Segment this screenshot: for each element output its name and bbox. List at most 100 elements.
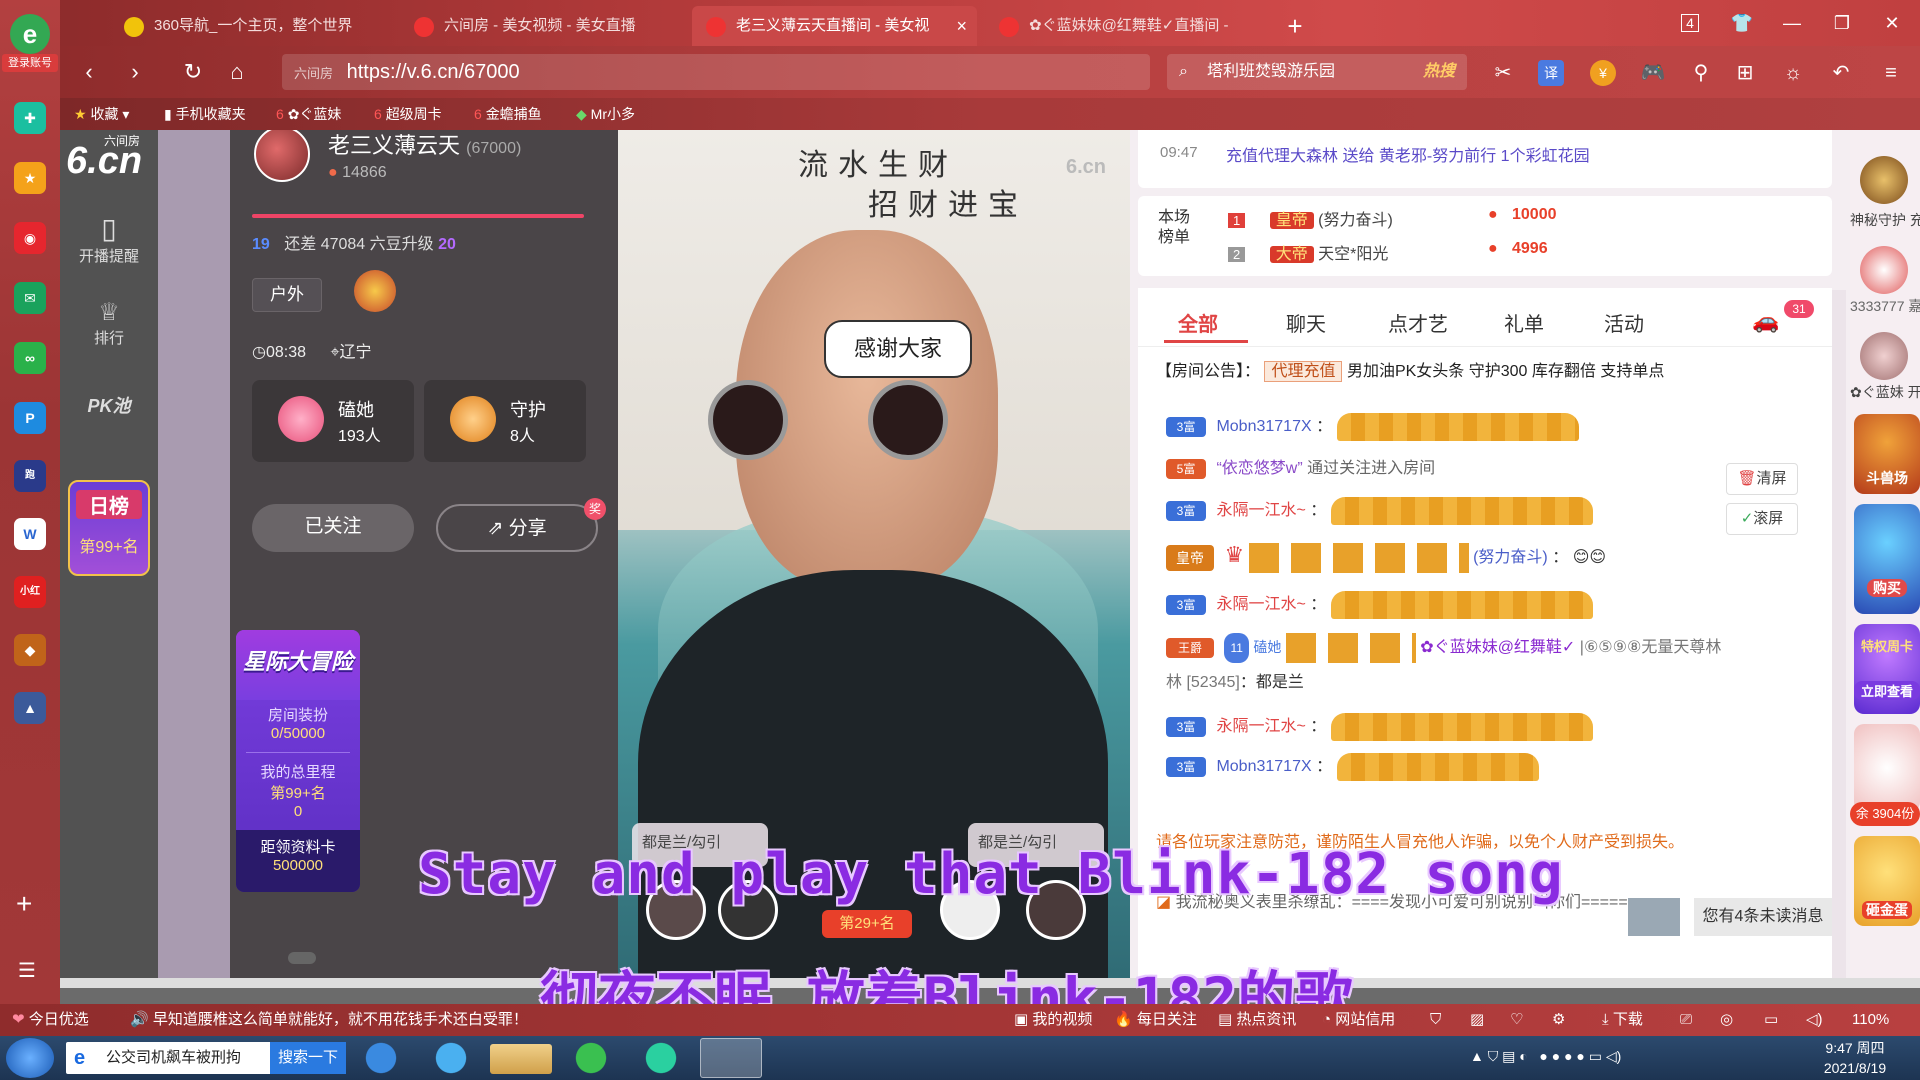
shield-icon[interactable]: ⛉ [1430, 1004, 1441, 1036]
arena-promo[interactable]: 斗兽场 [1854, 414, 1920, 494]
scissors-icon[interactable]: ✂ [1490, 60, 1516, 86]
chat-scrollbar[interactable] [1832, 290, 1846, 988]
magnify-icon[interactable]: ⚲ [1688, 60, 1714, 86]
mobile-bookmark[interactable]: ▮ 手机收藏夹 [164, 98, 246, 130]
browser-logo-icon[interactable]: e [10, 14, 50, 54]
host-avatar[interactable] [254, 130, 310, 182]
tool-icon[interactable]: ⚙ [1552, 1004, 1565, 1036]
lucky-cat-promo[interactable] [1854, 724, 1920, 812]
daily-follow[interactable]: 🔥 每日关注 [1114, 1004, 1197, 1036]
tab-gift-list[interactable]: 礼单 [1504, 308, 1544, 337]
daily-rank-badge[interactable]: 日榜 第99+名 [68, 480, 150, 576]
restore-icon[interactable]: ❐ [1820, 6, 1864, 40]
chat-message[interactable]: 3富 永隔一江水~ ： [1166, 590, 1593, 620]
category-tag[interactable]: 户外 [252, 278, 322, 312]
minimize-icon[interactable]: — [1770, 6, 1814, 40]
close-tab-icon[interactable]: × [956, 6, 967, 46]
chat-message[interactable]: 3富 永隔一江水~ ： [1166, 496, 1593, 526]
game-app-icon[interactable]: 跑 [14, 460, 46, 492]
rank-row-1[interactable]: 1 皇帝 (努力奋斗) ● 10000 [1228, 206, 1828, 234]
cast-icon[interactable]: ⎚ [1680, 1004, 1692, 1036]
tab-all[interactable]: 全部 [1178, 308, 1218, 337]
gamepad-icon[interactable]: 🎮 [1640, 60, 1666, 86]
brightness-icon[interactable]: ☼ [1780, 60, 1806, 86]
game2-icon[interactable]: ◆ [14, 634, 46, 666]
weekly-card-promo[interactable]: 特权周卡 立即查看 [1854, 624, 1920, 714]
chat-message[interactable]: 皇帝 ♛ (努力奋斗) ： 😊😊 [1166, 540, 1606, 576]
bookmark-lanmei[interactable]: 6 ✿ぐ蓝妹 [276, 98, 341, 130]
k-app-icon[interactable] [350, 1038, 412, 1078]
bookmark-weekly-card[interactable]: 6 超级周卡 [374, 98, 442, 130]
heart-outline-icon[interactable]: ♡ [1510, 1004, 1523, 1036]
share-button[interactable]: ⇗ 分享 [436, 504, 598, 552]
new-tab-button[interactable]: + [1275, 6, 1315, 46]
plus-app-icon[interactable]: ✚ [14, 102, 46, 134]
chat-message[interactable]: 3富 Mobn31717X ： [1166, 752, 1539, 782]
tray-icons[interactable]: ▲ ⛉ ▤ ◐ ● ● ● ● ▭ ◁) [1470, 1048, 1621, 1065]
tab-chat[interactable]: 聊天 [1286, 308, 1326, 337]
grid-icon[interactable]: ⊞ [1732, 60, 1758, 86]
word-app-icon[interactable]: W [14, 518, 46, 550]
refresh-icon[interactable]: ↻ [176, 56, 210, 88]
player-icon[interactable] [630, 1038, 692, 1078]
game3-icon[interactable]: ▲ [14, 692, 46, 724]
download-button[interactable]: ⤓ 下载 [1602, 1004, 1643, 1036]
mystery-guard-avatar[interactable] [1860, 156, 1908, 204]
start-button[interactable] [6, 1038, 54, 1078]
home-icon[interactable]: ⌂ [220, 56, 254, 88]
tab-360-nav[interactable]: 360导航_一个主页，整个世界 [110, 6, 400, 46]
adventure-widget[interactable]: 星际大冒险 房间装扮 0/50000 我的总里程 第99+名 0 距领资料卡 5… [236, 630, 360, 892]
zoom-level[interactable]: 110% [1852, 1004, 1889, 1036]
translate-icon[interactable]: 译 [1538, 60, 1564, 86]
mail-icon[interactable]: ✉ [14, 282, 46, 314]
globe-icon[interactable]: ◎ [1720, 1004, 1733, 1036]
chat-message[interactable]: 3富 永隔一江水~ ： [1166, 712, 1593, 742]
guard-avatar-3[interactable] [1860, 332, 1908, 380]
chat-message[interactable]: 林 [52345]：都是兰 [1166, 668, 1304, 698]
ke-ta-card[interactable]: 磕她 193人 [252, 380, 414, 462]
nav-remind[interactable]: ▯ 开播提醒 [60, 212, 158, 266]
undo-icon[interactable]: ↶ [1828, 60, 1854, 86]
image-icon[interactable]: ▨ [1470, 1004, 1484, 1036]
clock[interactable]: 9:47 周四 2021/8/19 [1800, 1038, 1910, 1078]
golden-egg-promo[interactable]: 砸金蛋 [1854, 836, 1920, 926]
weibo-icon[interactable]: ◉ [14, 222, 46, 254]
p-app-icon[interactable]: P [14, 402, 46, 434]
login-button[interactable]: 登录账号 [2, 54, 58, 72]
follow-button[interactable]: 已关注 [252, 504, 414, 552]
browser-taskbar-icon[interactable] [560, 1038, 622, 1078]
guard-card[interactable]: 守护 8人 [424, 380, 586, 462]
chat-message[interactable]: 王爵 11 磕她 ✿ぐ蓝妹妹@红舞鞋✓ |⑥⑤⑨⑧无量天尊林 [1166, 632, 1721, 668]
clear-screen-button[interactable]: 🗑清屏 [1726, 463, 1798, 495]
guard-avatar-2[interactable] [1860, 246, 1908, 294]
tab-other-room[interactable]: ✿ぐ蓝妹妹@红舞鞋✓直播间 - [985, 6, 1270, 46]
star-app-icon[interactable]: ★ [14, 162, 46, 194]
today-picks[interactable]: ❤ 今日优选 [12, 1004, 89, 1036]
window-icon[interactable]: ▭ [1764, 1004, 1778, 1036]
ie-taskbar-icon[interactable] [420, 1038, 482, 1078]
chat-message[interactable]: 5富 “依恋悠梦w” 通过关注进入房间 [1166, 454, 1435, 484]
taskbar-search-button[interactable]: 搜索一下 [270, 1042, 346, 1074]
my-video[interactable]: ▣ 我的视频 [1014, 1004, 1092, 1036]
site-logo[interactable]: 六间房 6.cn [66, 132, 150, 182]
tab-active-room[interactable]: 老三义薄云天直播间 - 美女视 × [692, 6, 977, 46]
link-app-icon[interactable]: ∞ [14, 342, 46, 374]
active-app-icon[interactable] [700, 1038, 762, 1078]
site-credit[interactable]: ◔ 网站信用 [1322, 1004, 1395, 1036]
volume-icon[interactable]: ◁) [1806, 1004, 1823, 1036]
menu-icon[interactable]: ☰ [18, 958, 36, 983]
hot-news[interactable]: ▤ 热点资讯 [1218, 1004, 1296, 1036]
forward-icon[interactable]: › [118, 56, 152, 88]
nav-rank[interactable]: ♕ 排行 [60, 298, 158, 348]
close-window-icon[interactable]: ✕ [1870, 6, 1914, 40]
tab-talent[interactable]: 点才艺 [1388, 308, 1448, 337]
favorites-bookmark[interactable]: ★ 收藏 ▾ [74, 98, 129, 130]
skin-icon[interactable]: 👕 [1720, 6, 1764, 40]
ad-text[interactable]: 🔊 早知道腰椎这么简单就能好，就不用花钱手术还白受罪！ [130, 1004, 528, 1036]
address-bar[interactable]: 六间房 https://v.6.cn/67000 [282, 54, 1150, 90]
tab-6cn-home[interactable]: 六间房 - 美女视频 - 美女直播 [400, 6, 690, 46]
tab-count-icon[interactable]: 4 [1668, 6, 1712, 40]
menu-lines-icon[interactable]: ≡ [1878, 60, 1904, 86]
xiaohongshu-icon[interactable]: 小红 [14, 576, 46, 608]
tab-activity[interactable]: 活动 [1604, 308, 1644, 337]
